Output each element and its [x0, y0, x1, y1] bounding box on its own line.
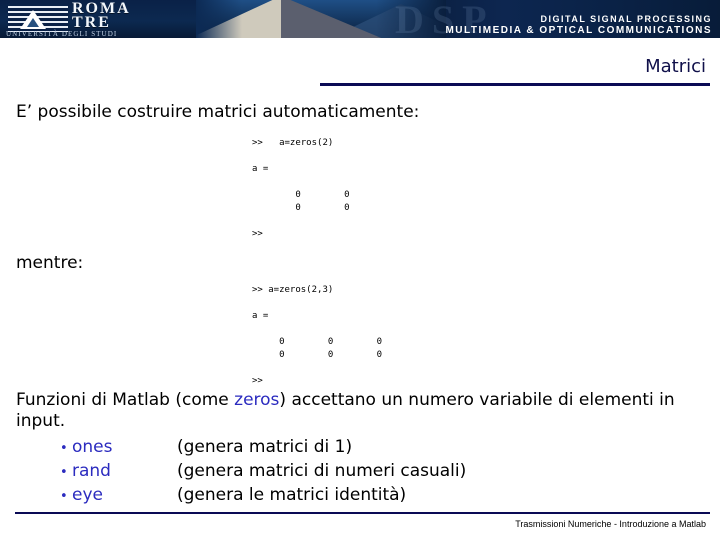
function-name: eye	[72, 485, 103, 505]
bullet-dot-icon: •	[60, 441, 68, 456]
bullet-dot-icon: •	[60, 489, 68, 504]
program-title-line2: MULTIMEDIA & OPTICAL COMMUNICATIONS	[445, 25, 712, 36]
matlab-console-output-2: >> a=zeros(2,3) a = 0 0 0 0 0 0 >>	[252, 285, 383, 386]
footer-divider	[15, 512, 710, 514]
closing-paragraph: Funzioni di Matlab (come zeros) accettan…	[16, 390, 706, 432]
pyramid-shaded-face	[281, 0, 386, 38]
function-description: (genera matrici di numeri casuali)	[177, 461, 467, 481]
function-name: ones	[72, 437, 113, 457]
matlab-console-output-1: >> a=zeros(2) a = 0 0 0 0 >>	[252, 138, 350, 239]
list-item: • rand (genera matrici di numeri casuali…	[60, 460, 466, 484]
header-banner: DSP ROMA TRE UNIVERSITÀ DEGLI STUDI DIGI…	[0, 0, 720, 38]
logo-subtitle: UNIVERSITÀ DEGLI STUDI	[6, 30, 118, 38]
function-description: (genera le matrici identità)	[177, 485, 407, 505]
mentre-label: mentre:	[16, 253, 84, 273]
university-logo: ROMA TRE UNIVERSITÀ DEGLI STUDI	[0, 0, 196, 38]
function-description: (genera matrici di 1)	[177, 437, 353, 457]
lead-paragraph: E’ possibile costruire matrici automatic…	[16, 102, 420, 122]
logo-triangle-inner-icon	[27, 18, 39, 27]
footer-caption: Trasmissioni Numeriche - Introduzione a …	[515, 519, 706, 529]
title-divider	[320, 83, 710, 86]
photo-fade-left	[196, 0, 242, 38]
list-item: • eye (genera le matrici identità)	[60, 484, 466, 508]
function-list: • ones (genera matrici di 1) • rand (gen…	[60, 436, 466, 508]
logo-text-tre: TRE	[72, 14, 111, 31]
closing-keyword: zeros	[234, 390, 280, 410]
list-item: • ones (genera matrici di 1)	[60, 436, 466, 460]
bullet-dot-icon: •	[60, 465, 68, 480]
page-title: Matrici	[645, 56, 706, 77]
closing-text-part1: Funzioni di Matlab (come	[16, 390, 235, 410]
program-title-line1: DIGITAL SIGNAL PROCESSING	[540, 14, 712, 24]
function-name: rand	[72, 461, 111, 481]
